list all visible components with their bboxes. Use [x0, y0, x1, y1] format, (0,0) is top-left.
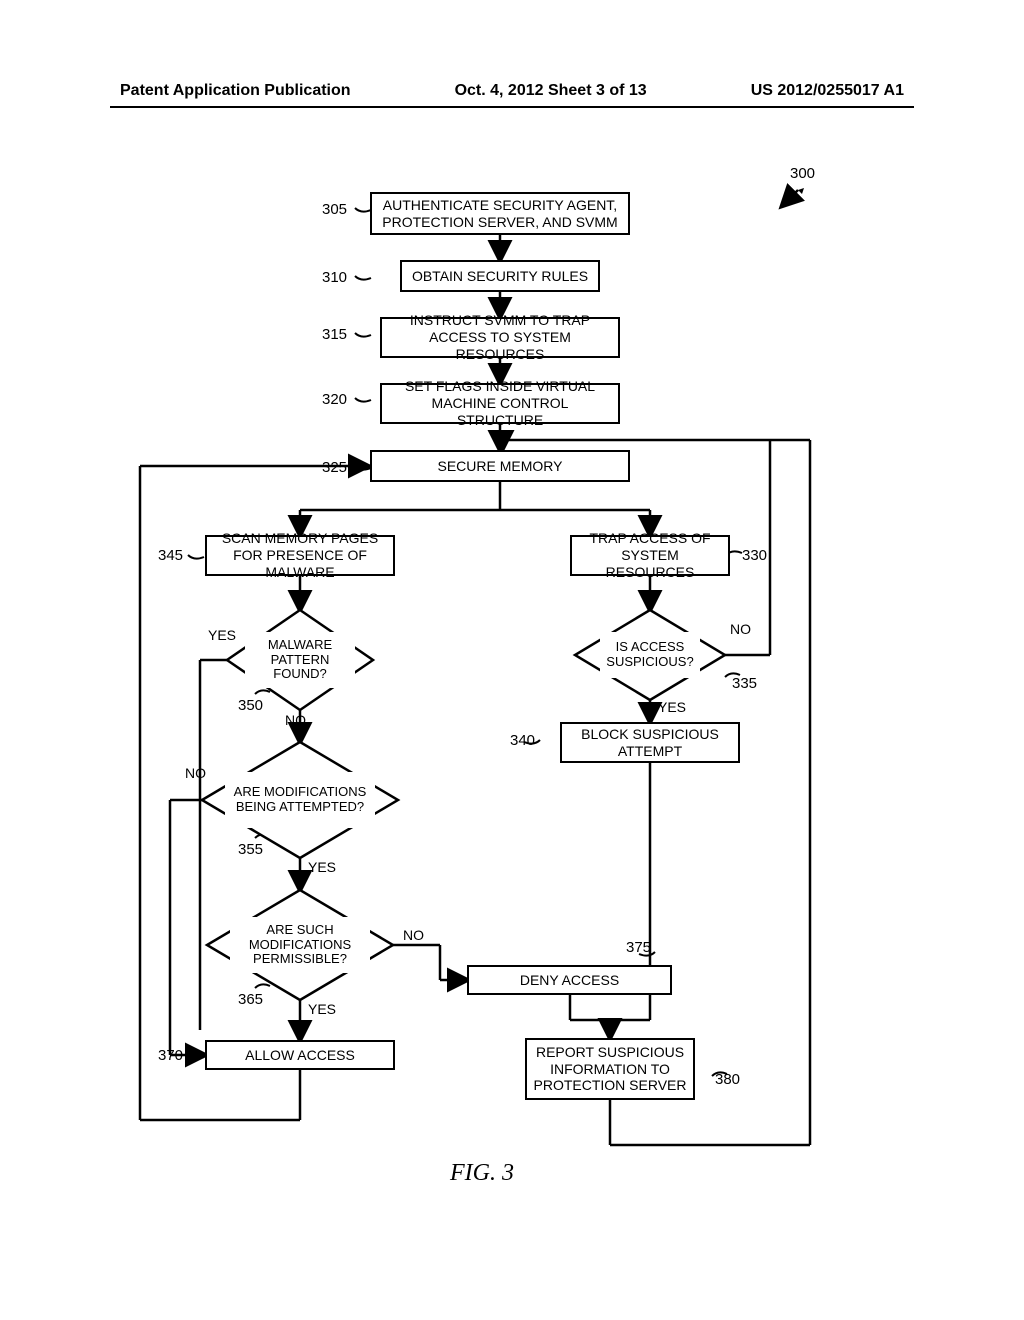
box-330-text: TRAP ACCESS OF SYSTEM RESOURCES [578, 530, 722, 580]
ref-320: 320 [322, 392, 347, 407]
label-365-no: NO [403, 928, 424, 942]
ref-375: 375 [626, 940, 651, 955]
ref-370: 370 [158, 1048, 183, 1063]
box-310-text: OBTAIN SECURITY RULES [412, 268, 588, 285]
box-315-text: INSTRUCT SVMM TO TRAP ACCESS TO SYSTEM R… [388, 312, 612, 362]
box-330: TRAP ACCESS OF SYSTEM RESOURCES [570, 535, 730, 576]
box-380-text: REPORT SUSPICIOUS INFORMATION TO PROTECT… [533, 1044, 687, 1094]
diamond-350-text: MALWARE PATTERN FOUND? [247, 638, 353, 683]
box-375: DENY ACCESS [467, 965, 672, 995]
box-315: INSTRUCT SVMM TO TRAP ACCESS TO SYSTEM R… [380, 317, 620, 358]
ref-315: 315 [322, 327, 347, 342]
box-325: SECURE MEMORY [370, 450, 630, 482]
header-left: Patent Application Publication [120, 82, 351, 100]
ref-300: 300 [790, 166, 815, 181]
box-340: BLOCK SUSPICIOUS ATTEMPT [560, 722, 740, 763]
ref-355: 355 [238, 842, 263, 857]
ref-310: 310 [322, 270, 347, 285]
ref-330: 330 [742, 548, 767, 563]
ref-305: 305 [322, 202, 347, 217]
header-rule [110, 106, 914, 108]
box-320: SET FLAGS INSIDE VIRTUAL MACHINE CONTROL… [380, 383, 620, 424]
box-305-text: AUTHENTICATE SECURITY AGENT, PROTECTION … [378, 197, 622, 231]
diamond-355-text: ARE MODIFICATIONS BEING ATTEMPTED? [227, 785, 373, 815]
box-325-text: SECURE MEMORY [438, 458, 563, 475]
box-345-text: SCAN MEMORY PAGES FOR PRESENCE OF MALWAR… [213, 530, 387, 580]
box-375-text: DENY ACCESS [520, 972, 619, 989]
box-320-text: SET FLAGS INSIDE VIRTUAL MACHINE CONTROL… [388, 378, 612, 428]
box-305: AUTHENTICATE SECURITY AGENT, PROTECTION … [370, 192, 630, 235]
diamond-335: IS ACCESS SUSPICIOUS? [600, 632, 700, 678]
header-center: Oct. 4, 2012 Sheet 3 of 13 [455, 82, 647, 100]
page-header: Patent Application Publication Oct. 4, 2… [0, 82, 1024, 100]
box-380: REPORT SUSPICIOUS INFORMATION TO PROTECT… [525, 1038, 695, 1100]
diamond-355: ARE MODIFICATIONS BEING ATTEMPTED? [225, 772, 375, 828]
box-340-text: BLOCK SUSPICIOUS ATTEMPT [568, 726, 732, 760]
label-350-yes: YES [208, 628, 236, 642]
diamond-365-text: ARE SUCH MODIFICATIONS PERMISSIBLE? [232, 923, 368, 968]
figure-caption: FIG. 3 [450, 1160, 514, 1187]
box-370-text: ALLOW ACCESS [245, 1047, 355, 1064]
ref-325: 325 [322, 460, 347, 475]
label-365-yes: YES [308, 1002, 336, 1016]
ref-365: 365 [238, 992, 263, 1007]
diamond-350: MALWARE PATTERN FOUND? [245, 632, 355, 688]
ref-340: 340 [510, 733, 535, 748]
box-310: OBTAIN SECURITY RULES [400, 260, 600, 292]
label-335-yes: YES [658, 700, 686, 714]
label-335-no: NO [730, 622, 751, 636]
box-345: SCAN MEMORY PAGES FOR PRESENCE OF MALWAR… [205, 535, 395, 576]
header-right: US 2012/0255017 A1 [751, 82, 904, 100]
diamond-365: ARE SUCH MODIFICATIONS PERMISSIBLE? [230, 917, 370, 973]
diamond-335-text: IS ACCESS SUSPICIOUS? [602, 640, 698, 670]
flowchart-canvas: 300 AUTHENTICATE SECURITY AGENT, PROTECT… [110, 160, 914, 1260]
label-355-no: NO [185, 766, 206, 780]
label-350-no: NO [285, 713, 306, 727]
ref-345: 345 [158, 548, 183, 563]
box-370: ALLOW ACCESS [205, 1040, 395, 1070]
label-355-yes: YES [308, 860, 336, 874]
ref-335: 335 [732, 676, 757, 691]
ref-380: 380 [715, 1072, 740, 1087]
ref-350: 350 [238, 698, 263, 713]
